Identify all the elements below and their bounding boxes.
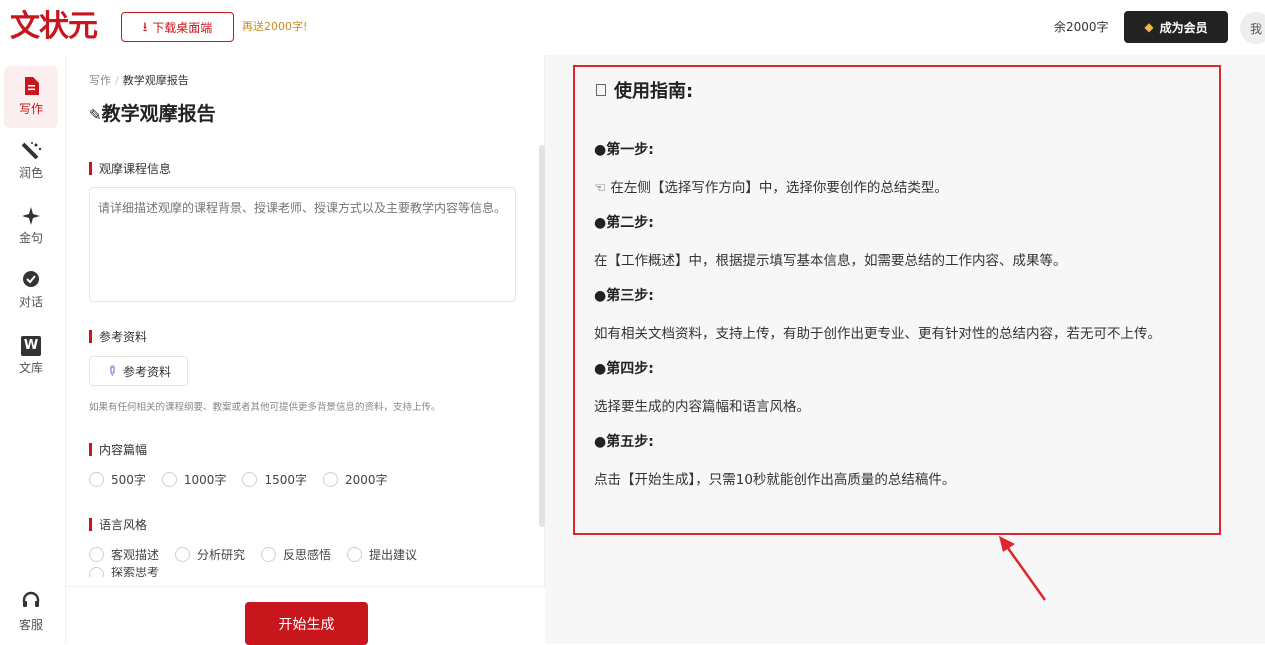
guide-area: 使用指南: ●第一步: ☜ 在左侧【选择写作方向】中，选择你要创作的总结类型。 … [545,55,1265,644]
section-length-label: 内容篇幅 [89,441,147,458]
style-options: 客观描述 分析研究 反思感悟 提出建议 [89,546,433,563]
step-text-3: 如有相关文档资料，支持上传，有助于创作出更专业、更有针对性的总结内容，若无可不上… [594,326,1161,342]
nav-item-chat[interactable]: 对话 [4,259,58,321]
radio-circle [89,567,104,577]
section-course-label: 观摩课程信息 [89,160,171,177]
side-nav: 写作 润色 金句 对话 W 文库 [0,55,65,644]
top-header: 文状元 ⭳ 下载桌面端 再送2000字! 余2000字 ◆ 成为会员 我 [0,0,1265,55]
length-option-500[interactable]: 500字 [89,471,146,488]
annotation-arrow-icon [999,536,1047,601]
w-library-icon: W [21,336,41,356]
radio-label: 分析研究 [197,548,246,562]
radio-circle [89,547,104,562]
nav-item-write[interactable]: 写作 [4,66,58,128]
nav-label-polish: 润色 [18,166,43,180]
customer-service-button[interactable]: 客服 [4,590,58,633]
diamond-icon: ◆ [1144,20,1154,34]
form-panel: 写作/教学观摩报告 ✎教学观摩报告 观摩课程信息 参考资料 ✎ 参考资料 如果有… [65,55,545,645]
radio-circle [347,547,363,562]
guide-title: 使用指南: [596,77,693,103]
step-heading-1: ●第一步: [594,142,654,158]
document-icon [23,77,39,97]
nav-item-quotes[interactable]: 金句 [4,195,58,257]
form-bottom-bar: 开始生成 [66,586,545,645]
length-options: 500字 1000字 1500字 2000字 [89,471,404,488]
app-logo[interactable]: 文状元 [10,9,98,45]
sparkle-icon [21,206,41,226]
length-option-2000[interactable]: 2000字 [323,471,388,488]
style-option-objective[interactable]: 客观描述 [89,546,159,563]
become-member-label: 成为会员 [1159,20,1208,35]
step-text-2: 在【工作概述】中，根据提示填写基本信息，如需要总结的工作内容、成果等。 [594,253,1067,269]
radio-label: 1000字 [183,473,227,487]
upload-reference-label: 参考资料 [122,364,171,379]
guide-title-text: 使用指南: [614,81,694,102]
course-info-input[interactable] [89,187,516,302]
radio-circle [261,547,277,562]
step-heading-5: ●第五步: [594,434,654,450]
nav-label-write: 写作 [18,102,43,116]
style-option-cut[interactable]: 探索思考 [89,567,159,577]
words-remaining: 余2000字 [1054,20,1109,34]
breadcrumb-current: 教学观摩报告 [122,74,189,87]
breadcrumb: 写作 / 教学观摩报告 [89,74,189,87]
nav-label-chat: 对话 [18,295,43,309]
radio-circle [175,547,191,562]
service-label: 客服 [18,618,43,632]
radio-circle [89,472,104,487]
page-title: ✎教学观摩报告 [89,99,216,126]
download-desktop-button[interactable]: ⭳ 下载桌面端 [121,12,234,42]
headset-icon [21,590,41,614]
reference-hint: 如果有任何相关的课程纲要、教案或者其他可提供更多背景信息的资料，支持上传。 [89,402,441,413]
edit-icon: ✎ [89,106,102,124]
start-generate-button[interactable]: 开始生成 [245,602,368,645]
download-icon: ⭳ [142,19,148,35]
radio-circle [242,472,258,487]
nav-label-quotes: 金句 [18,231,43,245]
nav-item-library[interactable]: W 文库 [4,325,58,387]
breadcrumb-write[interactable]: 写作 [89,74,111,87]
placeholder-box-icon [596,84,606,96]
radio-label: 1500字 [264,473,307,487]
become-member-button[interactable]: ◆ 成为会员 [1124,11,1228,43]
radio-circle [161,472,177,487]
radio-label: 提出建议 [369,548,418,562]
bonus-text: 再送2000字! [242,20,308,33]
nav-item-polish[interactable]: 润色 [4,130,58,192]
step-heading-4: ●第四步: [594,361,654,377]
style-option-reflection[interactable]: 反思感悟 [261,546,331,563]
section-style-label: 语言风格 [89,516,147,533]
radio-circle [323,472,338,487]
length-option-1000[interactable]: 1000字 [161,471,227,488]
magic-wand-icon [20,141,42,161]
section-reference-label: 参考资料 [89,328,147,345]
radio-label: 反思感悟 [283,548,332,562]
style-option-analysis[interactable]: 分析研究 [175,546,245,563]
step-heading-2: ●第二步: [594,215,654,231]
radio-label: 探索思考 [111,567,160,577]
step-text-5: 点击【开始生成】，只需10秒就能创作出高质量的总结稿件。 [594,472,956,488]
style-option-suggestion[interactable]: 提出建议 [347,546,417,563]
step-heading-3: ●第三步: [594,288,654,304]
radio-label: 500字 [111,473,146,487]
download-label: 下载桌面端 [152,20,213,35]
paperclip-icon: ✎ [102,361,121,381]
length-option-1500[interactable]: 1500字 [242,471,307,488]
upload-reference-button[interactable]: ✎ 参考资料 [89,356,188,386]
avatar[interactable]: 我 [1240,12,1265,44]
radio-label: 2000字 [345,473,388,487]
nav-label-library: 文库 [18,361,43,375]
guide-highlight-box: 使用指南: ●第一步: ☜ 在左侧【选择写作方向】中，选择你要创作的总结类型。 … [573,65,1221,535]
step-text-4: 选择要生成的内容篇幅和语言风格。 [594,399,810,415]
page-title-text: 教学观摩报告 [101,103,216,125]
radio-label: 客观描述 [111,548,160,562]
chat-icon [21,270,41,290]
step-text-1: ☜ 在左侧【选择写作方向】中，选择你要创作的总结类型。 [594,180,948,196]
